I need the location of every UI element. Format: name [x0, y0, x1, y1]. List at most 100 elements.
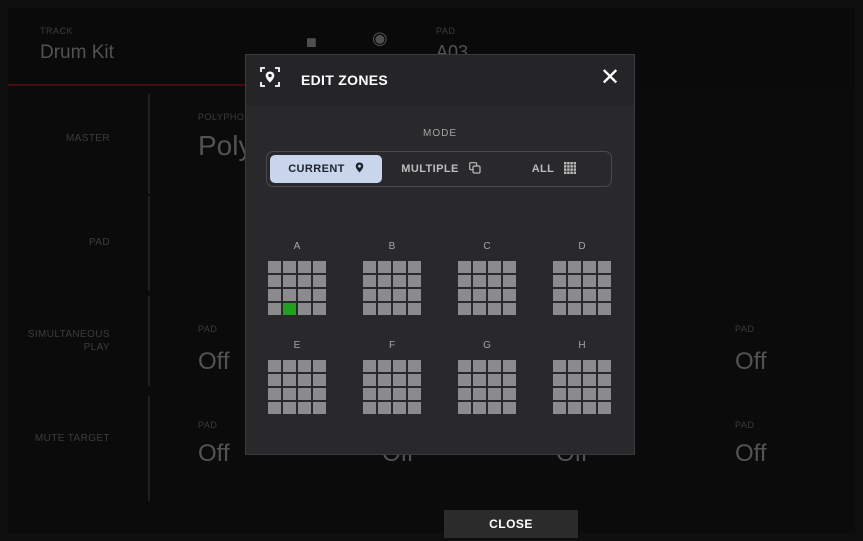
pad-cell[interactable]: [503, 303, 516, 315]
pad-square-icon[interactable]: ■: [306, 32, 317, 53]
zone-b[interactable]: B: [363, 241, 421, 315]
pad-cell[interactable]: [393, 360, 406, 372]
pad-cell[interactable]: [313, 303, 326, 315]
simultaneous-pad-1[interactable]: Off: [198, 348, 230, 376]
close-icon[interactable]: ✕: [598, 66, 622, 90]
pad-cell[interactable]: [378, 275, 391, 287]
pad-cell[interactable]: [458, 261, 471, 273]
pad-cell[interactable]: [488, 402, 501, 414]
pad-cell[interactable]: [568, 374, 581, 386]
pad-cell[interactable]: [298, 402, 311, 414]
pad-cell[interactable]: [363, 275, 376, 287]
pad-cell[interactable]: [298, 303, 311, 315]
pad-cell[interactable]: [268, 388, 281, 400]
pad-cell[interactable]: [503, 360, 516, 372]
pad-cell[interactable]: [488, 388, 501, 400]
pad-cell[interactable]: [553, 374, 566, 386]
pad-cell[interactable]: [393, 402, 406, 414]
pad-cell[interactable]: [503, 261, 516, 273]
pad-cell[interactable]: [598, 374, 611, 386]
pad-cell[interactable]: [598, 303, 611, 315]
pad-cell[interactable]: [408, 303, 421, 315]
pad-cell[interactable]: [268, 360, 281, 372]
pad-cell[interactable]: [298, 289, 311, 301]
pad-cell[interactable]: [488, 275, 501, 287]
pad-cell[interactable]: [458, 402, 471, 414]
pad-cell[interactable]: [378, 374, 391, 386]
pad-cell[interactable]: [393, 303, 406, 315]
pad-cell[interactable]: [313, 289, 326, 301]
pad-cell[interactable]: [553, 360, 566, 372]
pad-cell[interactable]: [488, 303, 501, 315]
pad-cell[interactable]: [473, 388, 486, 400]
pad-cell[interactable]: [553, 289, 566, 301]
mode-current-button[interactable]: CURRENT: [270, 155, 382, 183]
pad-cell[interactable]: [473, 289, 486, 301]
zone-g[interactable]: G: [458, 340, 516, 414]
pad-cell-selected[interactable]: [283, 303, 296, 315]
zone-d[interactable]: D: [553, 241, 611, 315]
pad-cell[interactable]: [408, 289, 421, 301]
pad-cell[interactable]: [363, 261, 376, 273]
pad-cell[interactable]: [313, 261, 326, 273]
pad-cell[interactable]: [378, 360, 391, 372]
pad-cell[interactable]: [598, 275, 611, 287]
pad-cell[interactable]: [568, 402, 581, 414]
pad-cell[interactable]: [473, 261, 486, 273]
pad-cell[interactable]: [283, 275, 296, 287]
pad-cell[interactable]: [458, 275, 471, 287]
pad-cell[interactable]: [488, 289, 501, 301]
pad-cell[interactable]: [363, 289, 376, 301]
pad-cell[interactable]: [488, 360, 501, 372]
pad-cell[interactable]: [583, 289, 596, 301]
pad-cell[interactable]: [313, 360, 326, 372]
zone-f[interactable]: F: [363, 340, 421, 414]
pad-cell[interactable]: [393, 275, 406, 287]
pad-cell[interactable]: [363, 374, 376, 386]
pad-cell[interactable]: [458, 388, 471, 400]
pad-cell[interactable]: [503, 289, 516, 301]
pad-cell[interactable]: [583, 303, 596, 315]
pad-cell[interactable]: [488, 261, 501, 273]
pad-cell[interactable]: [268, 261, 281, 273]
pad-cell[interactable]: [568, 303, 581, 315]
pad-cell[interactable]: [378, 261, 391, 273]
pad-cell[interactable]: [568, 388, 581, 400]
zone-h[interactable]: H: [553, 340, 611, 414]
pad-cell[interactable]: [378, 303, 391, 315]
pad-cell[interactable]: [503, 275, 516, 287]
pad-cell[interactable]: [378, 388, 391, 400]
pad-cell[interactable]: [268, 374, 281, 386]
pad-cell[interactable]: [393, 289, 406, 301]
pad-cell[interactable]: [598, 388, 611, 400]
pad-cell[interactable]: [553, 303, 566, 315]
mode-multiple-button[interactable]: MULTIPLE: [385, 155, 497, 183]
pad-cell[interactable]: [378, 402, 391, 414]
pad-cell[interactable]: [298, 388, 311, 400]
pad-cell[interactable]: [408, 261, 421, 273]
pad-cell[interactable]: [568, 289, 581, 301]
pad-cell[interactable]: [268, 275, 281, 287]
pad-cell[interactable]: [568, 275, 581, 287]
pad-cell[interactable]: [488, 374, 501, 386]
pad-cell[interactable]: [473, 402, 486, 414]
pad-cell[interactable]: [268, 289, 281, 301]
pad-cell[interactable]: [568, 261, 581, 273]
pad-cell[interactable]: [283, 360, 296, 372]
track-name[interactable]: Drum Kit: [40, 42, 114, 64]
zone-c[interactable]: C: [458, 241, 516, 315]
pad-cell[interactable]: [553, 388, 566, 400]
pad-cell[interactable]: [553, 275, 566, 287]
pad-cell[interactable]: [583, 261, 596, 273]
zone-a[interactable]: A: [268, 241, 326, 315]
pad-cell[interactable]: [408, 360, 421, 372]
pad-cell[interactable]: [503, 374, 516, 386]
pad-cell[interactable]: [298, 360, 311, 372]
pad-cell[interactable]: [283, 289, 296, 301]
pad-cell[interactable]: [283, 261, 296, 273]
pad-cell[interactable]: [598, 261, 611, 273]
pad-cell[interactable]: [408, 275, 421, 287]
pad-cell[interactable]: [408, 402, 421, 414]
close-button[interactable]: CLOSE: [444, 510, 578, 538]
pad-cell[interactable]: [458, 374, 471, 386]
